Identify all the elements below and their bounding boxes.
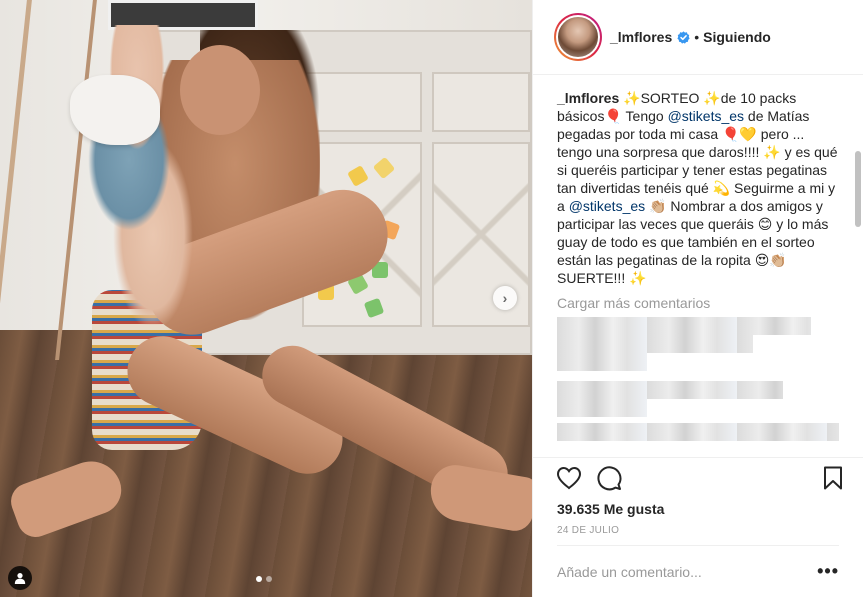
header-separator: •: [694, 29, 700, 45]
carousel-dot: [266, 576, 272, 582]
mention-link[interactable]: @stikets_es: [569, 198, 645, 214]
photo-baby: [65, 25, 225, 325]
post-date[interactable]: 24 DE JULIO: [533, 519, 863, 545]
post-photo[interactable]: ›: [0, 0, 532, 597]
caption-username-link[interactable]: _lmflores: [557, 90, 619, 106]
blurred-comment-line: [557, 317, 811, 335]
heart-icon: [556, 466, 582, 489]
carousel-dot-active: [256, 576, 262, 582]
user-tags-button[interactable]: [8, 566, 32, 590]
cabinet-drawer: [302, 72, 422, 132]
verified-badge-icon: [677, 30, 690, 44]
avatar-image: [556, 15, 600, 59]
blurred-comment-line: [557, 335, 753, 353]
speech-bubble-icon: [597, 465, 622, 490]
blurred-comment-line: [557, 423, 839, 441]
save-button[interactable]: [819, 464, 847, 492]
post-header: _lmflores • Siguiendo: [533, 0, 863, 75]
comment-input[interactable]: [557, 563, 815, 580]
photo-bib: [70, 75, 160, 145]
like-button[interactable]: [555, 464, 583, 492]
instagram-post: › _lmflores • Siguiendo _lmflores ✨SORTE…: [0, 0, 863, 597]
post-actions: [533, 457, 863, 497]
blurred-comments: [557, 317, 839, 442]
comment-button[interactable]: [595, 464, 623, 492]
following-button[interactable]: Siguiendo: [703, 29, 771, 45]
header-text: _lmflores • Siguiendo: [610, 29, 771, 45]
comments-scrollbar[interactable]: [855, 151, 861, 227]
post-side-panel: _lmflores • Siguiendo _lmflores ✨SORTEO …: [532, 0, 863, 597]
person-icon: [14, 573, 26, 584]
post-caption: _lmflores ✨SORTEO ✨de 10 packs básicos🎈 …: [557, 89, 839, 287]
blurred-comment-line: [557, 353, 647, 371]
carousel-indicator: [256, 576, 272, 582]
mention-link[interactable]: @stikets_es: [668, 108, 744, 124]
avatar[interactable]: [554, 13, 602, 61]
username-link[interactable]: _lmflores: [610, 29, 672, 45]
comments-area[interactable]: _lmflores ✨SORTEO ✨de 10 packs básicos🎈 …: [533, 75, 863, 457]
blurred-comment-line: [557, 381, 783, 399]
chevron-right-icon: ›: [502, 290, 508, 306]
add-comment-section: •••: [557, 545, 839, 597]
carousel-next-button[interactable]: ›: [493, 286, 517, 310]
blurred-comment-line: [557, 399, 647, 417]
cabinet-drawer: [432, 72, 530, 132]
likes-count[interactable]: 39.635 Me gusta: [533, 497, 863, 519]
bookmark-icon: [824, 466, 842, 489]
more-options-button[interactable]: •••: [815, 561, 839, 582]
load-more-comments-button[interactable]: Cargar más comentarios: [557, 295, 839, 311]
